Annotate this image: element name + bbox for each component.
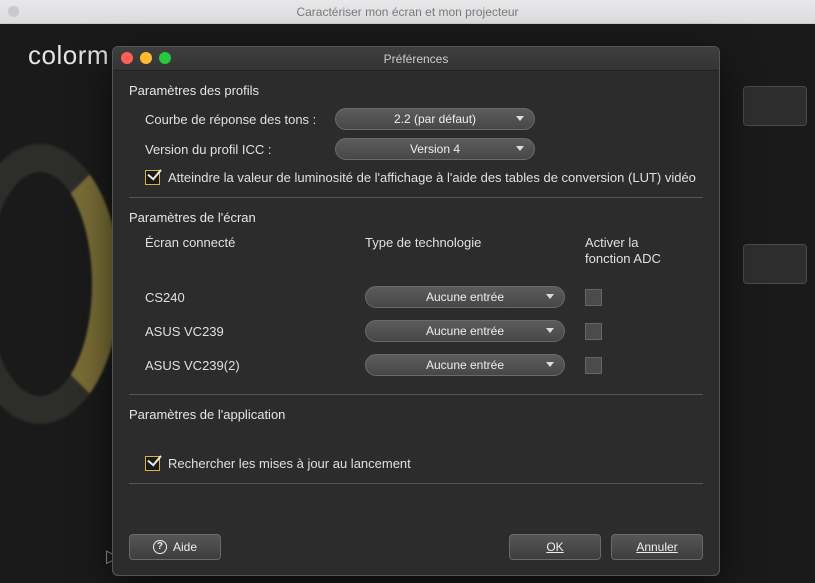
background-window-title: Caractériser mon écran et mon projecteur [296,5,518,19]
divider [129,483,703,484]
adc-checkbox[interactable] [585,357,602,374]
help-icon: ? [153,540,167,554]
zoom-icon[interactable] [159,52,171,64]
display-row: CS240 Aucune entrée [145,280,703,314]
adc-checkbox[interactable] [585,289,602,306]
dialog-titlebar: Préférences [113,47,719,71]
chevron-down-icon [546,294,554,299]
display-name: ASUS VC239 [145,324,365,339]
background-close-dot [8,6,19,17]
background-tab [743,244,807,284]
tech-dropdown[interactable]: Aucune entrée [365,354,565,376]
section-profiles-title: Paramètres des profils [129,83,703,98]
icc-version-label: Version du profil ICC : [145,142,335,157]
display-name: ASUS VC239(2) [145,358,365,373]
minimize-icon[interactable] [140,52,152,64]
tone-curve-label: Courbe de réponse des tons : [145,112,335,127]
background-swirl-graphic [0,144,120,424]
tech-value: Aucune entrée [426,358,504,372]
cancel-button[interactable]: Annuler [611,534,703,560]
column-tech-type: Type de technologie [365,235,585,266]
close-icon[interactable] [121,52,133,64]
lut-checkbox-label: Atteindre la valeur de luminosité de l'a… [168,170,696,185]
updates-checkbox-label: Rechercher les mises à jour au lancement [168,456,411,471]
background-tab [743,86,807,126]
ok-button[interactable]: OK [509,534,601,560]
display-row: ASUS VC239 Aucune entrée [145,314,703,348]
preferences-dialog: Préférences Paramètres des profils Courb… [112,46,720,576]
chevron-down-icon [546,328,554,333]
background-window-titlebar: Caractériser mon écran et mon projecteur [0,0,815,24]
dialog-title: Préférences [384,52,449,66]
icc-version-dropdown[interactable]: Version 4 [335,138,535,160]
section-displays-title: Paramètres de l'écran [129,210,703,225]
tech-value: Aucune entrée [426,290,504,304]
adc-checkbox[interactable] [585,323,602,340]
divider [129,394,703,395]
app-logo-text: colorm [28,40,109,71]
updates-checkbox[interactable] [145,456,160,471]
tone-curve-value: 2.2 (par défaut) [394,112,476,126]
chevron-down-icon [546,362,554,367]
chevron-down-icon [516,146,524,151]
tech-dropdown[interactable]: Aucune entrée [365,286,565,308]
lut-checkbox[interactable] [145,170,160,185]
column-adc: Activer la fonction ADC [585,235,703,266]
chevron-down-icon [516,116,524,121]
tech-dropdown[interactable]: Aucune entrée [365,320,565,342]
cancel-button-label: Annuler [636,540,677,554]
section-app-title: Paramètres de l'application [129,407,703,422]
help-button[interactable]: ? Aide [129,534,221,560]
ok-button-label: OK [546,540,563,554]
icc-version-value: Version 4 [410,142,460,156]
column-connected-display: Écran connecté [145,235,365,266]
help-button-label: Aide [173,540,197,554]
divider [129,197,703,198]
display-row: ASUS VC239(2) Aucune entrée [145,348,703,382]
tech-value: Aucune entrée [426,324,504,338]
display-name: CS240 [145,290,365,305]
tone-curve-dropdown[interactable]: 2.2 (par défaut) [335,108,535,130]
